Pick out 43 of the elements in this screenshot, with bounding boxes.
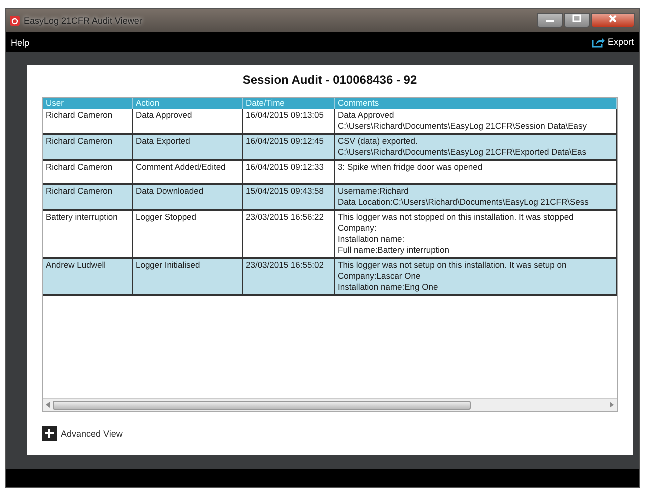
column-header[interactable]: Action — [133, 98, 243, 109]
comment-line: C:\Users\Richard\Documents\EasyLog 21CFR\Session Data\Easy — [338, 121, 588, 132]
minimize-button[interactable] — [537, 13, 563, 28]
table-cell: 16/04/2015 09:12:45 — [243, 135, 335, 161]
table-cell: Data Exported — [133, 135, 243, 161]
table-cell: 23/03/2015 16:55:02 — [243, 259, 335, 296]
comment-line: Company: — [338, 223, 378, 234]
comment-line: Installation name:Eng One — [338, 282, 440, 293]
window-title: EasyLog 21CFR Audit Viewer — [24, 16, 142, 26]
table-cell: Richard Cameron — [43, 135, 133, 161]
table-cell: Andrew Ludwell — [43, 259, 133, 296]
table-cell: 15/04/2015 09:43:58 — [243, 185, 335, 211]
close-button[interactable] — [591, 13, 635, 28]
comment-line: Company:Lascar One — [338, 271, 422, 282]
column-header[interactable]: User — [43, 98, 133, 109]
column-header[interactable]: Date/Time — [243, 98, 335, 109]
advanced-view-toggle[interactable]: Advanced View — [42, 426, 123, 441]
comment-line: This logger was not setup on this installation. It was setup on — [338, 260, 568, 271]
export-icon — [592, 36, 605, 48]
menu-item[interactable]: Help — [11, 38, 30, 48]
comment-line: Username:Richard — [338, 186, 410, 197]
comment-line: Data Approved — [338, 110, 396, 121]
close-icon — [608, 14, 618, 24]
comment-line: This logger was not stopped on this installation. It was stopped — [338, 212, 575, 223]
app-icon — [10, 16, 20, 26]
column-header[interactable]: Comments — [335, 98, 617, 109]
table-cell: Richard Cameron — [43, 185, 133, 211]
maximize-button[interactable] — [564, 13, 590, 28]
scroll-left-icon[interactable] — [46, 402, 50, 408]
scrollbar-thumb[interactable] — [53, 400, 470, 410]
comment-line: CSV (data) exported. — [338, 136, 419, 147]
horizontal-scrollbar[interactable] — [43, 398, 617, 411]
export-button[interactable]: Export — [592, 36, 634, 48]
table-cell: Data Downloaded — [133, 185, 243, 211]
comment-line: Installation name: — [338, 234, 406, 245]
comment-line: Data Location:C:\Users\Richard\Documents\EasyLog 21CFR\Sess — [338, 197, 590, 208]
table-cell: Logger Initialised — [133, 259, 243, 296]
scroll-right-icon[interactable] — [610, 402, 614, 408]
comment-line: Full name:Battery interruption — [338, 245, 450, 256]
report-title: Session Audit - 010068436 - 92 — [242, 73, 418, 87]
comment-line: 3: Spike when fridge door was opened — [338, 162, 484, 173]
maximize-icon — [572, 14, 582, 24]
comment-line: C:\Users\Richard\Documents\EasyLog 21CFR\Exported Data\Eas — [338, 147, 588, 158]
